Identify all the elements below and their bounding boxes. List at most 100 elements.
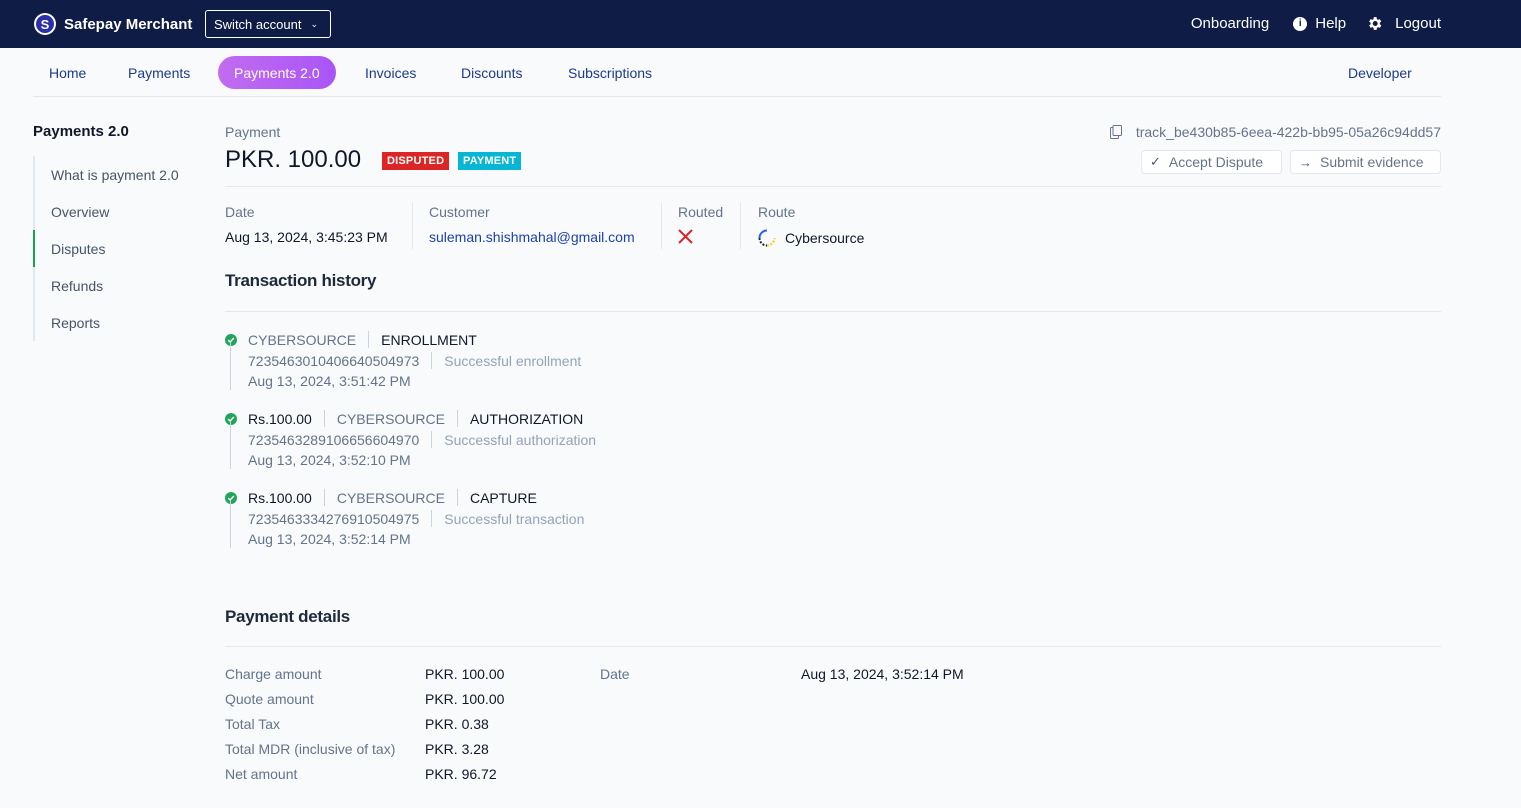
logout-link[interactable]: Logout <box>1395 15 1441 32</box>
success-check-icon <box>225 413 237 425</box>
timeline-line <box>230 500 231 548</box>
route-label: Route <box>758 204 796 220</box>
tx-type: AUTHORIZATION <box>469 410 584 427</box>
route-value: Cybersource <box>785 230 865 246</box>
detail-label: Total MDR (inclusive of tax) <box>225 741 396 757</box>
sidebar: What is payment 2.0 Overview Disputes Re… <box>33 156 193 341</box>
onboarding-link[interactable]: Onboarding <box>1191 15 1269 32</box>
tx-reference: 7235463334276910504975 <box>248 510 420 527</box>
detail-label: Total Tax <box>225 716 280 732</box>
copy-icon[interactable] <box>1109 125 1122 139</box>
nav-invoices[interactable]: Invoices <box>365 56 416 89</box>
top-bar: S Safepay Merchant Switch account ⌄ Onbo… <box>0 0 1521 48</box>
success-check-icon <box>225 334 237 346</box>
nav-payments[interactable]: Payments <box>128 56 190 89</box>
safepay-logo-icon: S <box>34 13 56 35</box>
tx-reference: 7235463010406640504973 <box>248 352 420 369</box>
payment-badge: PAYMENT <box>458 152 522 170</box>
header-divider <box>225 186 1441 187</box>
payment-details-title: Payment details <box>225 607 350 626</box>
nav-subscriptions[interactable]: Subscriptions <box>568 56 652 89</box>
nav-developer[interactable]: Developer <box>1348 56 1412 89</box>
help-link[interactable]: i Help <box>1293 15 1346 32</box>
sidebar-item-refunds[interactable]: Refunds <box>51 278 103 294</box>
tx-type: CAPTURE <box>469 489 537 506</box>
tracker-text: track_be430b85-6eea-422b-bb95-05a26c94dd… <box>1135 124 1441 140</box>
detail-label: Net amount <box>225 766 298 782</box>
details-divider <box>225 646 1441 647</box>
tracker-id[interactable]: track_be430b85-6eea-422b-bb95-05a26c94dd… <box>1109 124 1441 140</box>
sidebar-active-indicator <box>33 230 35 267</box>
tx-provider: CYBERSOURCE <box>248 331 357 348</box>
customer-column: Customer suleman.shishmahal@gmail.com <box>429 204 635 262</box>
brand-name: Safepay Merchant <box>64 15 193 33</box>
tx-amount: Rs.100.00 <box>248 489 312 506</box>
brand[interactable]: S Safepay Merchant <box>34 13 192 35</box>
tx-time: Aug 13, 2024, 3:51:42 PM <box>248 373 411 389</box>
switch-account-button[interactable]: Switch account ⌄ <box>205 10 331 38</box>
date-column: Date Aug 13, 2024, 3:45:23 PM <box>225 204 388 262</box>
tx-message: Successful transaction <box>444 510 585 527</box>
meta-divider <box>412 203 413 249</box>
tx-time: Aug 13, 2024, 3:52:10 PM <box>248 452 411 468</box>
tx-provider: CYBERSOURCE <box>336 410 445 427</box>
chevron-down-icon: ⌄ <box>310 18 318 29</box>
detail-date-label: Date <box>600 666 630 682</box>
accept-dispute-button[interactable]: ✓ Accept Dispute <box>1141 150 1282 174</box>
detail-value: PKR. 100.00 <box>425 691 505 707</box>
history-divider <box>225 311 1441 312</box>
success-check-icon <box>225 492 237 504</box>
cross-icon <box>678 229 693 244</box>
detail-label: Quote amount <box>225 691 314 707</box>
meta-divider <box>661 203 662 249</box>
sidebar-title: Payments 2.0 <box>33 123 129 140</box>
tx-message: Successful enrollment <box>444 352 582 369</box>
tx-amount: Rs.100.00 <box>248 410 312 427</box>
timeline-line <box>230 421 231 469</box>
tx-type: ENROLLMENT <box>381 331 477 348</box>
logo-letter: S <box>36 15 54 33</box>
timeline-line <box>230 342 231 390</box>
customer-email-link[interactable]: suleman.shishmahal@gmail.com <box>429 229 635 245</box>
tx-message: Successful authorization <box>444 431 597 448</box>
detail-date-value: Aug 13, 2024, 3:52:14 PM <box>801 666 964 682</box>
tx-provider: CYBERSOURCE <box>336 489 445 506</box>
routed-column: Routed <box>678 204 723 262</box>
tx-time: Aug 13, 2024, 3:52:14 PM <box>248 531 411 547</box>
date-label: Date <box>225 204 255 220</box>
sidebar-item-overview[interactable]: Overview <box>51 204 109 220</box>
payment-label: Payment <box>225 124 281 140</box>
routed-value <box>678 229 723 247</box>
disputed-badge: DISPUTED <box>382 152 450 170</box>
arrow-right-icon: → <box>1299 154 1312 170</box>
submit-evidence-button[interactable]: → Submit evidence <box>1290 150 1441 174</box>
customer-label: Customer <box>429 204 490 220</box>
info-icon: i <box>1293 16 1308 31</box>
submit-evidence-label: Submit evidence <box>1320 154 1424 170</box>
meta-divider <box>740 203 741 249</box>
routed-label: Routed <box>678 204 724 220</box>
accept-dispute-label: Accept Dispute <box>1168 154 1264 170</box>
detail-value: PKR. 96.72 <box>425 766 497 782</box>
check-icon: ✓ <box>1150 154 1161 169</box>
main-nav: Home Payments Payments 2.0 Invoices Disc… <box>33 56 1441 97</box>
transaction-history-title: Transaction history <box>225 271 377 290</box>
nav-discounts[interactable]: Discounts <box>461 56 522 89</box>
switch-account-label: Switch account <box>214 16 302 32</box>
cybersource-logo-icon <box>758 229 776 247</box>
date-value: Aug 13, 2024, 3:45:23 PM <box>225 229 388 245</box>
detail-value: PKR. 100.00 <box>425 666 505 682</box>
sidebar-item-reports[interactable]: Reports <box>51 315 100 331</box>
help-label: Help <box>1315 15 1347 32</box>
route-column: Route Cybersource <box>758 204 864 262</box>
sidebar-item-what-is[interactable]: What is payment 2.0 <box>51 167 179 183</box>
settings-gear-icon[interactable] <box>1366 15 1383 32</box>
sidebar-item-disputes[interactable]: Disputes <box>51 241 105 257</box>
payment-amount: PKR. 100.00 <box>225 146 362 173</box>
detail-value: PKR. 0.38 <box>425 716 489 732</box>
nav-payments-2[interactable]: Payments 2.0 <box>218 56 336 89</box>
detail-label: Charge amount <box>225 666 322 682</box>
tx-reference: 7235463289106656604970 <box>248 431 420 448</box>
nav-home[interactable]: Home <box>49 56 86 89</box>
detail-value: PKR. 3.28 <box>425 741 489 757</box>
